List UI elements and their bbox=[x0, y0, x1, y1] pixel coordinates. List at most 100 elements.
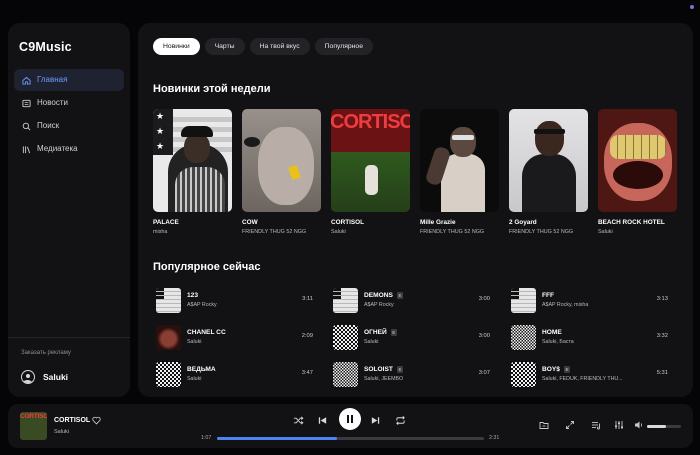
order-ad-link[interactable]: Заказать рекламу bbox=[21, 350, 71, 356]
album-artist: FRIENDLY THUG 52 NGG bbox=[242, 229, 307, 235]
sidebar-item-label: Новости bbox=[37, 98, 68, 107]
track-artist: Saluki, JEEMBO bbox=[364, 376, 404, 382]
library-icon bbox=[22, 145, 31, 154]
repeat-button[interactable] bbox=[395, 415, 406, 426]
now-playing-title[interactable]: CORTISOL bbox=[54, 417, 90, 424]
album-title: 2 Goyard bbox=[509, 219, 537, 226]
album-card[interactable]: COW FRIENDLY THUG 52 NGG bbox=[242, 109, 321, 235]
tab-charts[interactable]: Чарты bbox=[204, 38, 245, 55]
track-row[interactable]: ОГНЕЙ E Saluki 3:00 bbox=[330, 325, 490, 350]
shuffle-button[interactable] bbox=[293, 415, 304, 426]
track-row[interactable]: CHANEL CC Saluki 2:09 bbox=[153, 325, 313, 350]
track-row[interactable]: 123 A$AP Rocky 3:11 bbox=[153, 288, 313, 313]
track-row[interactable]: BOY$ E Saluki, FEDUK, FRIENDLY THU... 5:3… bbox=[508, 362, 668, 387]
home-icon bbox=[22, 76, 31, 85]
album-card[interactable]: CORTISOL CORTISOL Saluki bbox=[331, 109, 410, 235]
track-cover bbox=[156, 362, 181, 387]
track-cover bbox=[511, 362, 536, 387]
search-icon bbox=[22, 122, 31, 131]
cover-lettering: CORTISOL bbox=[20, 413, 47, 420]
track-cover bbox=[156, 325, 181, 350]
tab-new[interactable]: Новинки bbox=[153, 38, 200, 55]
sidebar: C9Music Главная Новости Поиск Медиатека bbox=[8, 23, 130, 397]
explicit-badge: E bbox=[396, 366, 403, 373]
sidebar-item-home[interactable]: Главная bbox=[14, 69, 124, 91]
track-artist: Saluki, Баста bbox=[542, 339, 574, 345]
progress-bar[interactable] bbox=[217, 437, 484, 440]
track-cover bbox=[511, 325, 536, 350]
expand-icon[interactable] bbox=[565, 420, 575, 430]
track-duration: 3:47 bbox=[301, 370, 313, 376]
next-button[interactable] bbox=[370, 415, 381, 426]
now-playing-cover[interactable]: CORTISOL bbox=[20, 412, 47, 440]
track-title: FFF bbox=[542, 292, 555, 299]
track-cover bbox=[511, 288, 536, 313]
track-artist: Saluki bbox=[364, 339, 379, 345]
track-artist: Saluki bbox=[187, 376, 202, 382]
album-title: COW bbox=[242, 219, 258, 226]
sidebar-item-news[interactable]: Новости bbox=[14, 92, 124, 114]
album-artist: misha bbox=[153, 229, 168, 235]
track-duration: 3:13 bbox=[656, 296, 668, 302]
queue-icon[interactable] bbox=[591, 420, 601, 430]
album-title: PALACE bbox=[153, 219, 179, 226]
skip-forward-icon bbox=[371, 417, 380, 424]
track-title: SOLOIST E bbox=[364, 366, 403, 373]
explicit-badge: E bbox=[390, 329, 397, 336]
tab-for-you[interactable]: На твой вкус bbox=[249, 38, 310, 55]
avatar-icon bbox=[21, 370, 35, 384]
track-cover bbox=[333, 325, 358, 350]
album-artist: FRIENDLY THUG 52 NGG bbox=[509, 229, 574, 235]
pause-button[interactable] bbox=[339, 408, 361, 430]
previous-button[interactable] bbox=[317, 415, 328, 426]
track-artist: A$AP Rocky, misha bbox=[542, 302, 589, 308]
progress-fill bbox=[217, 437, 338, 440]
volume-fill bbox=[647, 425, 666, 428]
track-duration: 3:11 bbox=[302, 296, 313, 302]
repeat-icon bbox=[396, 416, 405, 425]
album-artist: FRIENDLY THUG 52 NGG bbox=[420, 229, 485, 235]
album-card[interactable]: BEACH ROCK HOTEL Saluki bbox=[598, 109, 677, 235]
tab-popular[interactable]: Популярное bbox=[314, 38, 373, 55]
track-row[interactable]: HOME Saluki, Баста 3:32 bbox=[508, 325, 668, 350]
track-duration: 3:00 bbox=[478, 296, 490, 302]
track-title: BOY$ E bbox=[542, 366, 570, 373]
track-cover bbox=[333, 288, 358, 313]
volume-slider[interactable] bbox=[647, 425, 681, 428]
track-row[interactable]: SOLOIST E Saluki, JEEMBO 3:07 bbox=[330, 362, 490, 387]
news-icon bbox=[22, 99, 31, 108]
track-title: HOME bbox=[542, 329, 562, 336]
sidebar-item-library[interactable]: Медиатека bbox=[14, 138, 124, 160]
sidebar-item-label: Главная bbox=[37, 75, 68, 84]
album-card[interactable]: 2 Goyard FRIENDLY THUG 52 NGG bbox=[509, 109, 588, 235]
user-profile[interactable]: Saluki bbox=[21, 370, 68, 384]
volume-icon[interactable] bbox=[634, 420, 644, 430]
album-cover bbox=[242, 109, 321, 212]
sidebar-nav: Главная Новости Поиск Медиатека bbox=[14, 69, 124, 161]
track-row[interactable]: ВЕДЬМА Saluki 3:47 bbox=[153, 362, 313, 387]
pause-icon bbox=[346, 410, 354, 428]
track-title: 123 bbox=[187, 292, 199, 299]
skip-back-icon bbox=[318, 417, 327, 424]
new-releases-title: Новинки этой недели bbox=[153, 83, 271, 95]
equalizer-icon[interactable] bbox=[614, 420, 624, 430]
album-card[interactable]: Mille Grazie FRIENDLY THUG 52 NGG bbox=[420, 109, 499, 235]
track-duration: 5:31 bbox=[656, 370, 668, 376]
explicit-badge: E bbox=[396, 292, 403, 299]
total-time: 2:31 bbox=[489, 435, 500, 441]
album-card[interactable]: ★ ★ ★ PALACE misha bbox=[153, 109, 232, 235]
sidebar-item-label: Поиск bbox=[37, 121, 60, 130]
heart-icon[interactable] bbox=[92, 416, 101, 425]
track-row[interactable]: FFF A$AP Rocky, misha 3:13 bbox=[508, 288, 668, 313]
popular-title: Популярное сейчас bbox=[153, 261, 261, 273]
main-content: Новинки Чарты На твой вкус Популярное Но… bbox=[138, 23, 693, 397]
track-row[interactable]: DEMONS E A$AP Rocky 3:00 bbox=[330, 288, 490, 313]
folder-icon[interactable] bbox=[539, 420, 549, 430]
track-duration: 3:07 bbox=[478, 370, 490, 376]
album-artist: Saluki bbox=[331, 229, 346, 235]
now-playing-artist[interactable]: Saluki bbox=[54, 429, 69, 435]
track-duration: 3:32 bbox=[656, 333, 668, 339]
sidebar-item-search[interactable]: Поиск bbox=[14, 115, 124, 137]
album-cover bbox=[420, 109, 499, 212]
track-cover bbox=[333, 362, 358, 387]
